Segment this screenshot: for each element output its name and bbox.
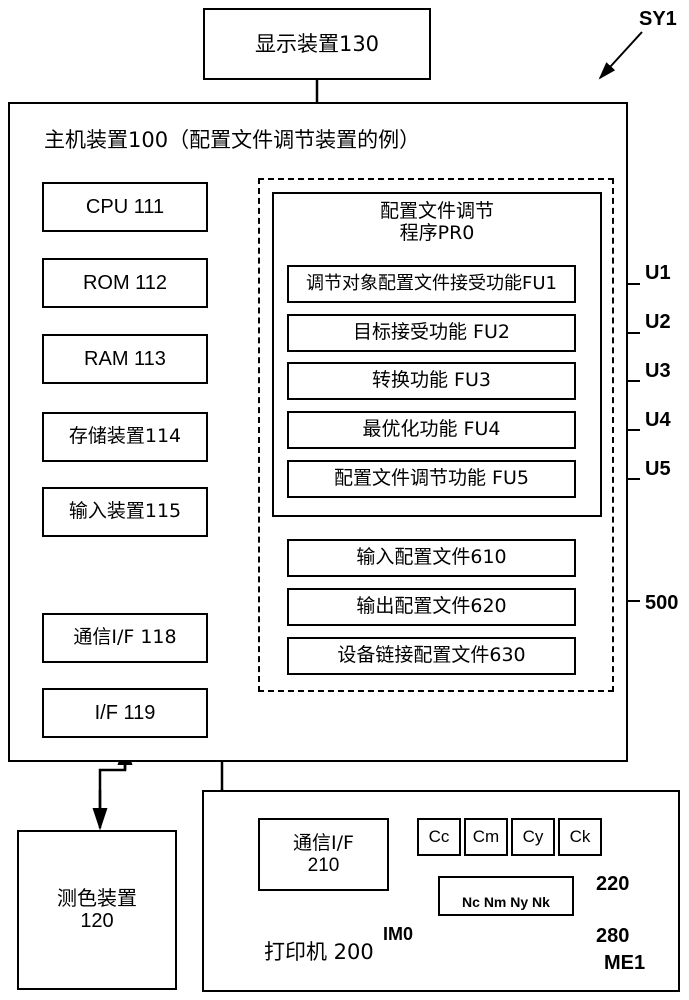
printer-title: 打印机 200 [264, 940, 374, 964]
host-interface-label: I/F 119 [94, 701, 156, 724]
output-profile-box[interactable]: 输出配置文件620 [287, 588, 576, 626]
ram-box[interactable]: RAM 113 [42, 334, 208, 384]
function-box-fu5[interactable]: 配置文件调节功能 FU5 [287, 460, 576, 498]
colorimeter-label-line1: 测色装置 [57, 886, 137, 910]
cartridge-label-cc: Cc [428, 827, 450, 847]
cartridge-box-cm[interactable]: Cm [464, 818, 508, 856]
function-box-fu3[interactable]: 转换功能 FU3 [287, 362, 576, 400]
function-box-fu2[interactable]: 目标接受功能 FU2 [287, 314, 576, 352]
display-device-box[interactable]: 显示装置130 [203, 8, 431, 80]
program-title: 配置文件调节 程序PR0 [272, 200, 602, 245]
printer-comm-interface-box[interactable]: 通信I/F 210 [258, 818, 389, 891]
colorimeter-label-line2: 120 [80, 910, 114, 932]
cartridge-label-cm: Cm [472, 827, 500, 847]
cartridge-box-ck[interactable]: Ck [558, 818, 602, 856]
input-profile-box[interactable]: 输入配置文件610 [287, 539, 576, 577]
cartridge-box-cy[interactable]: Cy [511, 818, 555, 856]
print-head-nozzle-labels: Nc Nm Ny Nk [462, 894, 550, 910]
cpu-box[interactable]: CPU 111 [42, 182, 208, 232]
program-title-line2: 程序PR0 [399, 221, 475, 244]
tag-sy1: SY1 [639, 8, 677, 30]
cartridge-label-cy: Cy [522, 827, 544, 847]
function-label-fu1: 调节对象配置文件接受功能FU1 [306, 272, 557, 294]
function-box-fu4[interactable]: 最优化功能 FU4 [287, 411, 576, 449]
tag-u1: U1 [645, 262, 671, 284]
tag-me1: ME1 [604, 952, 646, 974]
function-box-fu1[interactable]: 调节对象配置文件接受功能FU1 [287, 265, 576, 303]
cartridge-label-ck: Ck [569, 827, 591, 847]
input-device-label: 输入装置115 [68, 500, 182, 523]
device-link-profile-box[interactable]: 设备链接配置文件630 [287, 637, 576, 675]
display-device-label: 显示装置130 [254, 31, 380, 56]
rom-label: ROM 112 [82, 271, 168, 294]
function-label-fu3: 转换功能 FU3 [372, 369, 491, 392]
cpu-label: CPU 111 [85, 195, 165, 218]
host-comm-interface-label: 通信I/F 118 [73, 626, 177, 649]
storage-device-label: 存储装置114 [68, 425, 182, 448]
input-device-box[interactable]: 输入装置115 [42, 487, 208, 537]
host-device-title: 主机装置100（配置文件调节装置的例） [44, 128, 421, 152]
storage-device-box[interactable]: 存储装置114 [42, 412, 208, 462]
sy1-pointer-arrow [598, 31, 643, 80]
host-comm-interface-box[interactable]: 通信I/F 118 [42, 613, 208, 663]
function-label-fu4: 最优化功能 FU4 [362, 418, 501, 441]
tag-im0: IM0 [383, 924, 414, 944]
rom-box[interactable]: ROM 112 [42, 258, 208, 308]
program-title-line1: 配置文件调节 [379, 200, 494, 222]
tag-u2: U2 [645, 311, 671, 333]
function-label-fu5: 配置文件调节功能 FU5 [334, 467, 529, 490]
input-profile-label: 输入配置文件610 [356, 546, 507, 569]
ram-label: RAM 113 [84, 347, 166, 370]
tag-u4: U4 [645, 409, 671, 431]
tag-220: 220 [596, 873, 630, 895]
printer-comm-interface-line1: 通信I/F [293, 831, 354, 854]
tag-500: 500 [645, 592, 679, 614]
output-profile-label: 输出配置文件620 [356, 595, 507, 618]
colorimeter-box[interactable]: 测色装置 120 [17, 830, 177, 990]
printer-comm-interface-line2: 210 [307, 854, 340, 876]
device-link-profile-label: 设备链接配置文件630 [337, 644, 526, 667]
tag-u3: U3 [645, 360, 671, 382]
tag-u5: U5 [645, 458, 671, 480]
host-interface-box[interactable]: I/F 119 [42, 688, 208, 738]
cartridge-box-cc[interactable]: Cc [417, 818, 461, 856]
tag-280: 280 [596, 925, 630, 947]
function-label-fu2: 目标接受功能 FU2 [353, 321, 510, 344]
